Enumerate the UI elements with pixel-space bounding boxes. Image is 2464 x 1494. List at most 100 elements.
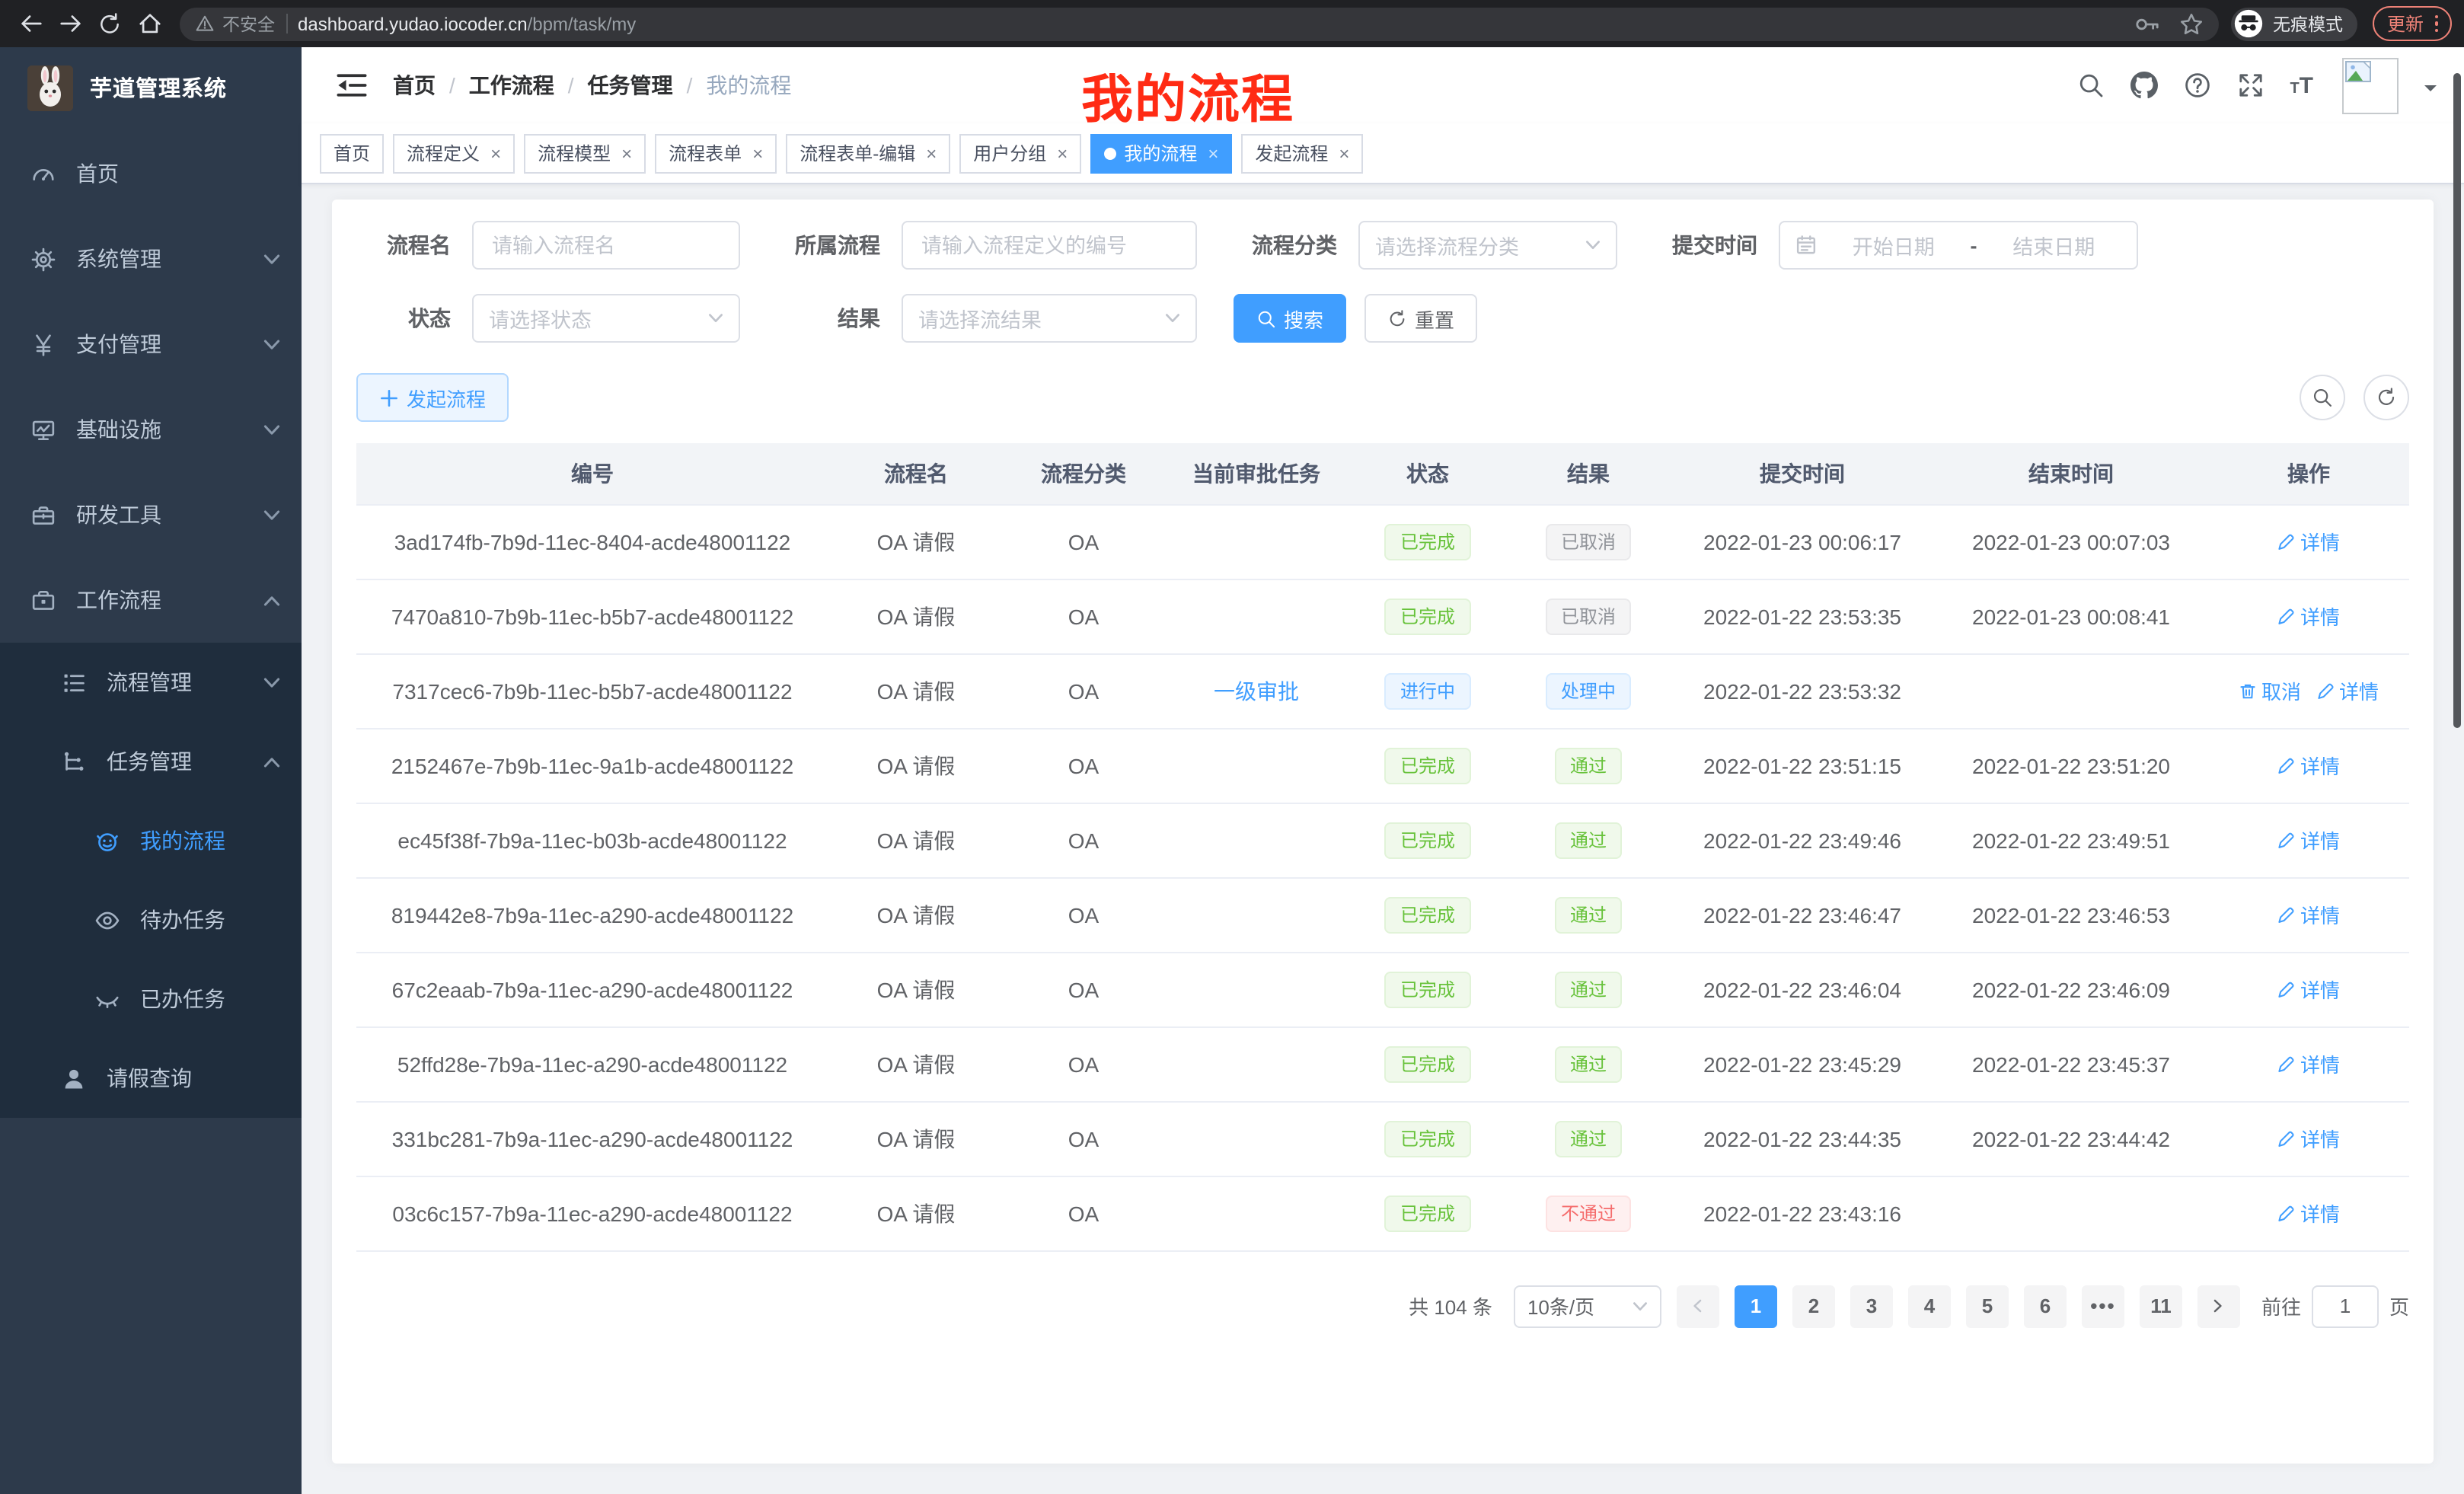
page-size-select[interactable]: 10条/页	[1514, 1285, 1661, 1327]
page-button-4[interactable]: 4	[1908, 1285, 1951, 1327]
search-button[interactable]: 搜索	[1234, 294, 1346, 343]
breadcrumb-workflow[interactable]: 工作流程	[469, 70, 554, 101]
browser-home-icon[interactable]	[131, 5, 168, 42]
app-logo-row[interactable]: 芋道管理系统	[0, 47, 302, 128]
browser-back-icon[interactable]	[12, 5, 49, 42]
detail-link[interactable]: 详情	[2277, 900, 2340, 929]
result-select[interactable]: 请选择流结果	[902, 294, 1197, 343]
detail-link[interactable]: 详情	[2277, 1124, 2340, 1153]
submit-time-range-picker[interactable]: 开始日期 - 结束日期	[1779, 221, 2138, 270]
chevron-icon	[263, 337, 280, 351]
status-badge: 通过	[1555, 747, 1622, 784]
page-button-3[interactable]: 3	[1850, 1285, 1893, 1327]
sidebar-item-workflow[interactable]: 工作流程	[0, 557, 302, 643]
cell-submit-time: 2022-01-22 23:45:29	[1671, 1026, 1934, 1101]
collapse-sidebar-icon[interactable]	[335, 69, 369, 102]
page-button-5[interactable]: 5	[1966, 1285, 2009, 1327]
browser-reload-icon[interactable]	[91, 5, 128, 42]
cell-id: 7470a810-7b9b-11ec-b5b7-acde48001122	[356, 579, 828, 653]
bookmark-star-icon[interactable]	[2180, 11, 2204, 36]
cancel-link[interactable]: 取消	[2239, 676, 2301, 705]
tab-start-process[interactable]: 发起流程 ×	[1241, 133, 1363, 173]
page-jump-input[interactable]	[2312, 1285, 2379, 1327]
detail-link[interactable]: 详情	[2277, 1199, 2340, 1227]
detail-link[interactable]: 详情	[2277, 602, 2340, 630]
key-icon[interactable]	[2134, 10, 2162, 37]
sidebar-item-infra[interactable]: 基础设施	[0, 387, 302, 472]
sidebar-item-task-mgmt[interactable]: 任务管理	[0, 722, 302, 801]
page-scrollbar[interactable]	[2453, 73, 2461, 728]
page-jump: 前往 页	[2261, 1285, 2409, 1327]
robot-icon	[94, 828, 120, 854]
sidebar-item-leave-query[interactable]: 请假查询	[0, 1039, 302, 1118]
app-header: 首页/ 工作流程/ 任务管理/ 我的流程 TT	[302, 47, 2464, 123]
breadcrumb-task-mgmt[interactable]: 任务管理	[588, 70, 673, 101]
tab-process-definition[interactable]: 流程定义 ×	[393, 133, 515, 173]
avatar-dropdown-icon[interactable]	[2424, 85, 2437, 97]
tab-label: 首页	[334, 140, 370, 166]
close-icon[interactable]: ×	[1339, 144, 1349, 162]
page-button-2[interactable]: 2	[1792, 1285, 1835, 1327]
sidebar-item-done-task[interactable]: 已办任务	[0, 959, 302, 1039]
edit-icon	[2277, 905, 2296, 924]
avatar[interactable]	[2342, 57, 2399, 113]
detail-link[interactable]: 详情	[2277, 1049, 2340, 1078]
browser-update-button[interactable]: 更新	[2373, 6, 2452, 41]
fullscreen-icon[interactable]	[2236, 72, 2264, 99]
definition-input[interactable]	[902, 221, 1197, 270]
detail-link[interactable]: 详情	[2277, 751, 2340, 780]
sidebar-item-payment[interactable]: 支付管理	[0, 302, 302, 387]
sidebar-item-todo-task[interactable]: 待办任务	[0, 880, 302, 959]
reset-button[interactable]: 重置	[1364, 294, 1477, 343]
sidebar-item-my-process[interactable]: 我的流程	[0, 801, 302, 880]
detail-link[interactable]: 详情	[2277, 527, 2340, 556]
address-bar[interactable]: 不安全 dashboard.yudao.iocoder.cn/bpm/task/…	[180, 7, 2220, 40]
total-count: 共 104 条	[1409, 1291, 1492, 1320]
sidebar-item-process-mgmt[interactable]: 流程管理	[0, 643, 302, 722]
tab-my-process[interactable]: 我的流程 ×	[1090, 133, 1232, 173]
font-size-icon[interactable]: TT	[2290, 74, 2313, 97]
result-label: 结果	[777, 303, 880, 334]
detail-link[interactable]: 详情	[2277, 975, 2340, 1004]
page-button-11[interactable]: 11	[2140, 1285, 2182, 1327]
breadcrumb-home[interactable]: 首页	[393, 70, 436, 101]
search-icon[interactable]	[2076, 72, 2104, 99]
tags-view-bar: 首页 流程定义 × 流程模型 × 流程表单 × 流程表单-编辑 × 用户分组 ×…	[302, 123, 2464, 184]
task-link[interactable]: 一级审批	[1214, 678, 1299, 703]
help-icon[interactable]	[2183, 72, 2210, 99]
detail-link[interactable]: 详情	[2316, 676, 2379, 705]
close-icon[interactable]: ×	[1057, 144, 1068, 162]
sidebar-item-devtools[interactable]: 研发工具	[0, 472, 302, 557]
page-button-6[interactable]: 6	[2024, 1285, 2067, 1327]
close-icon[interactable]: ×	[621, 144, 632, 162]
tab-user-group[interactable]: 用户分组 ×	[959, 133, 1081, 173]
refresh-table-button[interactable]	[2363, 375, 2409, 420]
create-process-button[interactable]: 发起流程	[356, 373, 509, 422]
status-select[interactable]: 请选择状态	[472, 294, 740, 343]
name-input[interactable]	[472, 221, 740, 270]
sidebar-item-home[interactable]: 首页	[0, 131, 302, 216]
page-button-1[interactable]: 1	[1735, 1285, 1777, 1327]
show-search-button[interactable]	[2300, 375, 2345, 420]
security-indicator[interactable]: 不安全	[195, 11, 275, 36]
close-icon[interactable]: ×	[1208, 144, 1218, 162]
browser-menu-icon[interactable]	[2434, 15, 2438, 33]
close-icon[interactable]: ×	[752, 144, 763, 162]
detail-link[interactable]: 详情	[2277, 825, 2340, 854]
tab-process-model[interactable]: 流程模型 ×	[524, 133, 646, 173]
sidebar-item-system[interactable]: 系统管理	[0, 216, 302, 302]
github-icon[interactable]	[2130, 72, 2157, 99]
prev-page-button[interactable]	[1677, 1285, 1719, 1327]
tab-process-form-edit[interactable]: 流程表单-编辑 ×	[786, 133, 950, 173]
sidebar-item-label: 工作流程	[76, 585, 263, 615]
more-pages-button[interactable]: •••	[2082, 1285, 2124, 1327]
tab-process-form[interactable]: 流程表单 ×	[655, 133, 777, 173]
cell-task: 一级审批	[1163, 653, 1349, 728]
close-icon[interactable]: ×	[926, 144, 937, 162]
close-icon[interactable]: ×	[490, 144, 501, 162]
browser-forward-icon[interactable]	[52, 5, 88, 42]
next-page-button[interactable]	[2197, 1285, 2240, 1327]
tab-home[interactable]: 首页	[320, 133, 384, 173]
category-select[interactable]: 请选择流程分类	[1358, 221, 1617, 270]
cell-status: 已完成	[1349, 1101, 1506, 1176]
